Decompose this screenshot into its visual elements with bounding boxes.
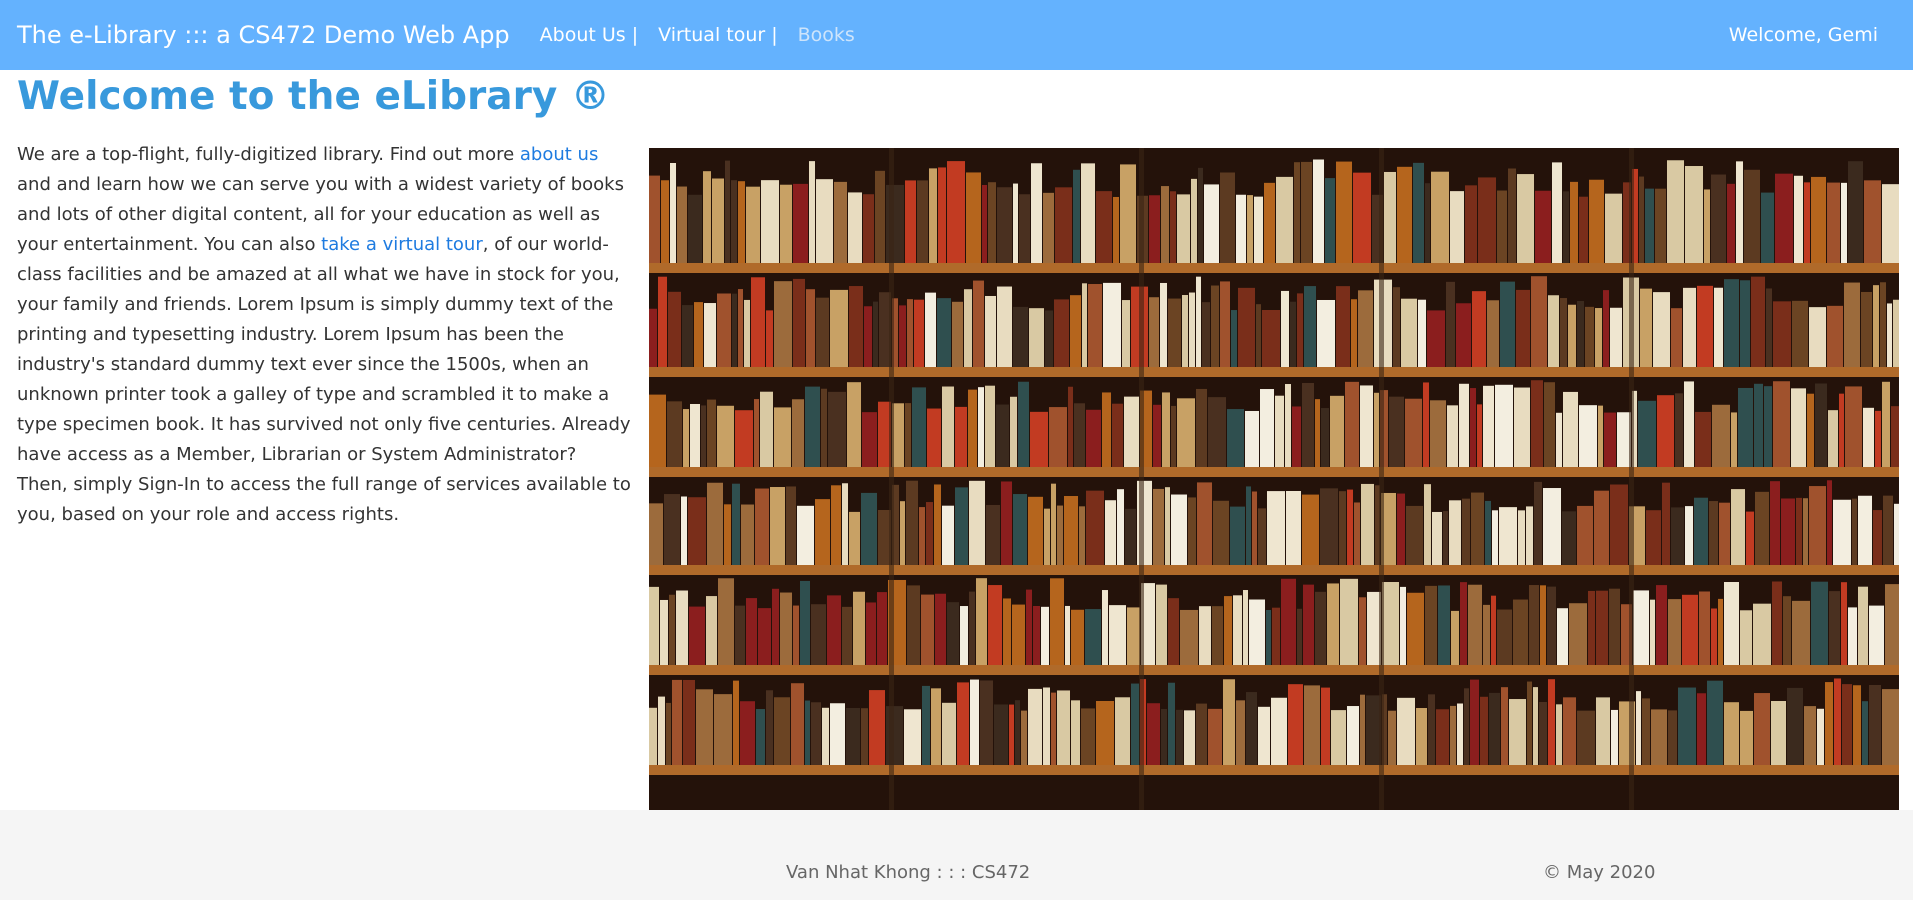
- nav-about-us-link[interactable]: About Us |: [540, 24, 638, 46]
- bookshelf-image: [649, 148, 1899, 810]
- footer-date-text: © May 2020: [1543, 862, 1656, 883]
- welcome-user-text: Welcome, Gemi: [1728, 24, 1878, 46]
- about-us-inline-link[interactable]: about us: [520, 144, 598, 165]
- nav-virtual-tour-link[interactable]: Virtual tour |: [658, 24, 778, 46]
- intro-text-1: We are a top-flight, fully-digitized lib…: [17, 144, 520, 165]
- page-title: Welcome to the eLibrary ®: [17, 74, 610, 119]
- top-navbar: The e-Library ::: a CS472 Demo Web App A…: [0, 0, 1913, 70]
- footer-author-text: Van Nhat Khong : : : CS472: [786, 862, 1031, 883]
- intro-paragraph: We are a top-flight, fully-digitized lib…: [17, 140, 632, 530]
- bookshelf-illustration: [649, 148, 1899, 810]
- brand-link[interactable]: The e-Library ::: a CS472 Demo Web App: [17, 21, 510, 49]
- intro-text-3: , of our world-class facilities and be a…: [17, 234, 631, 525]
- page-footer: [0, 810, 1913, 900]
- virtual-tour-inline-link[interactable]: take a virtual tour: [321, 234, 483, 255]
- nav-books-link[interactable]: Books: [798, 24, 855, 46]
